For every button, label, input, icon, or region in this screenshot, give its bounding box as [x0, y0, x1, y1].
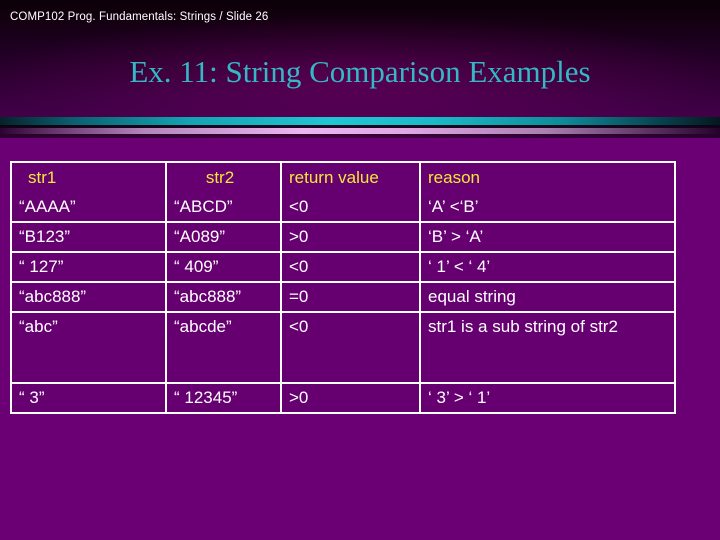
- cell-reason: ‘B’ > ‘A’: [421, 223, 674, 253]
- table-row: “B123” “A089” >0 ‘B’ > ‘A’: [12, 223, 674, 253]
- slide-canvas: COMP102 Prog. Fundamentals: Strings / Sl…: [0, 0, 720, 540]
- slide-title: Ex. 11: String Comparison Examples: [129, 54, 591, 89]
- cell-str1: “AAAA”: [12, 193, 167, 223]
- slide-header-text: COMP102 Prog. Fundamentals: Strings / Sl…: [10, 11, 269, 23]
- cell-str1: “ 3”: [12, 384, 167, 412]
- table-row: “abc” “abcde” <0 str1 is a sub string of…: [12, 313, 674, 384]
- table-row: “abc888” “abc888” =0 equal string: [12, 283, 674, 313]
- table-header-row-group: str1 str2 return value reason: [12, 163, 674, 193]
- column-header-return-value: return value: [282, 163, 421, 193]
- cell-reason: ‘ 1’ < ‘ 4’: [421, 253, 674, 283]
- table-header-row: str1 str2 return value reason: [12, 163, 674, 193]
- cell-str2: “ 409”: [167, 253, 282, 283]
- cell-str2: “A089”: [167, 223, 282, 253]
- cell-reason: ‘ 3’ > ‘ 1’: [421, 384, 674, 412]
- cell-reason: ‘A’ <‘B’: [421, 193, 674, 223]
- cell-str2: “abc888”: [167, 283, 282, 313]
- cell-return-value: >0: [282, 384, 421, 412]
- table-row: “ 127” “ 409” <0 ‘ 1’ < ‘ 4’: [12, 253, 674, 283]
- cell-return-value: =0: [282, 283, 421, 313]
- cell-return-value: >0: [282, 223, 421, 253]
- cell-str2: “abcde”: [167, 313, 282, 384]
- cell-return-value: <0: [282, 193, 421, 223]
- cell-str2: “ 12345”: [167, 384, 282, 412]
- table-row: “AAAA” “ABCD” <0 ‘A’ <‘B’: [12, 193, 674, 223]
- string-comparison-table-container: str1 str2 return value reason “AAAA” “AB…: [10, 161, 676, 414]
- divider-bar-cyan: [0, 117, 720, 125]
- column-header-str2: str2: [167, 163, 282, 193]
- cell-str2: “ABCD”: [167, 193, 282, 223]
- cell-reason: str1 is a sub string of str2: [421, 313, 674, 384]
- cell-str1: “abc”: [12, 313, 167, 384]
- string-comparison-table: str1 str2 return value reason “AAAA” “AB…: [10, 161, 676, 414]
- cell-return-value: <0: [282, 313, 421, 384]
- column-header-reason: reason: [421, 163, 674, 193]
- table-row: “ 3” “ 12345” >0 ‘ 3’ > ‘ 1’: [12, 384, 674, 412]
- cell-return-value: <0: [282, 253, 421, 283]
- divider-bar-shadow: [0, 134, 720, 138]
- column-header-str1: str1: [12, 163, 167, 193]
- cell-reason: equal string: [421, 283, 674, 313]
- cell-str1: “abc888”: [12, 283, 167, 313]
- cell-str1: “ 127”: [12, 253, 167, 283]
- cell-str1: “B123”: [12, 223, 167, 253]
- table-body: “AAAA” “ABCD” <0 ‘A’ <‘B’ “B123” “A089” …: [12, 193, 674, 412]
